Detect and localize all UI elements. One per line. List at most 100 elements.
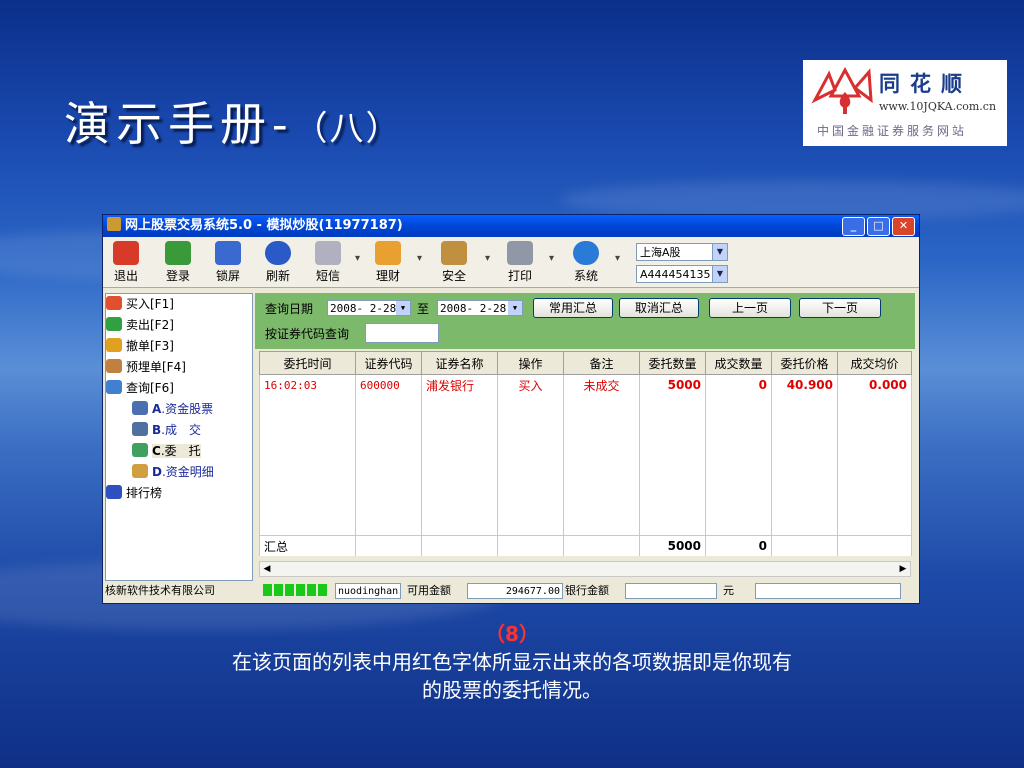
scroll-left-icon[interactable]: ◀	[260, 562, 274, 576]
order-time-cell: 16:02:03	[259, 374, 356, 395]
security-button[interactable]: 安全	[433, 239, 475, 284]
lock-screen-button[interactable]: 锁屏	[207, 239, 249, 284]
exit-button[interactable]: 退出	[105, 239, 147, 284]
exit-icon	[113, 241, 139, 265]
fund-details-icon	[132, 464, 148, 478]
tree-item-deals[interactable]: B.成 交	[106, 420, 252, 441]
window-titlebar[interactable]: 网上股票交易系统5.0 - 模拟炒股(11977187) _ □ ✕	[103, 215, 919, 237]
table-row-empty	[259, 515, 912, 536]
tree-item-funds-stocks[interactable]: A.资金股票	[106, 399, 252, 420]
column-header[interactable]: 操作	[497, 351, 564, 375]
cancel-summary-button[interactable]: 取消汇总	[619, 298, 699, 318]
tree-subitem-label: .资金股票	[161, 402, 214, 416]
app-icon	[107, 217, 121, 231]
filled-qty-cell: 0	[705, 374, 772, 395]
order-qty-cell: 5000	[639, 374, 706, 395]
print-label: 打印	[507, 269, 532, 283]
minimize-button[interactable]: _	[842, 217, 865, 236]
tree-subitem-key: C	[152, 444, 161, 458]
chevron-down-icon[interactable]: ▼	[396, 301, 410, 315]
tree-item-buy[interactable]: 买入[F1]	[106, 294, 252, 315]
ranking-icon	[106, 485, 122, 499]
scroll-right-icon[interactable]: ▶	[896, 562, 910, 576]
action-cell: 买入	[497, 374, 564, 395]
system-info-icon	[573, 241, 599, 265]
toolbar: 退出 登录 锁屏 刷新 短信 ▾ 理财 ▾ 安全 ▾ 打印 ▾ 系统 ▾ 上海A…	[103, 237, 919, 288]
next-page-button[interactable]: 下一页	[799, 298, 881, 318]
lock-screen-label: 锁屏	[215, 269, 240, 283]
slide-title-main: 演示手册-	[64, 97, 294, 151]
preorder-icon	[106, 359, 122, 373]
account-select[interactable]: A444454135 ▼	[636, 265, 728, 283]
refresh-button[interactable]: 刷新	[257, 239, 299, 284]
slide-title-sub: （八）	[293, 109, 402, 149]
table-row[interactable]: 16:02:03 600000 浦发银行 买入 未成交 5000 0 40.90…	[259, 374, 912, 395]
logo-url: www.10JQKA.com.cn	[879, 100, 997, 113]
tree-subitem-key: B	[152, 423, 162, 437]
tree-item-sell[interactable]: 卖出[F2]	[106, 315, 252, 336]
caption-number: （8）	[485, 622, 539, 646]
finance-button[interactable]: 理财	[367, 239, 409, 284]
query-bar: 查询日期 2008- 2-28 ▼ 至 2008- 2-28 ▼ 常用汇总 取消汇总…	[255, 293, 915, 349]
username: nuodinghan	[335, 583, 401, 599]
column-header[interactable]: 成交均价	[837, 351, 912, 375]
funds-stocks-icon	[132, 401, 148, 415]
sell-icon	[106, 317, 122, 331]
total-filled-cell: 0	[705, 535, 772, 556]
message-icon	[315, 241, 341, 265]
orders-icon	[132, 443, 148, 457]
start-date-value: 2008- 2-28	[330, 302, 397, 315]
chevron-down-icon[interactable]: ▼	[508, 301, 522, 315]
market-select[interactable]: 上海A股 ▼	[636, 243, 728, 261]
tree-item-label: 查询[F6]	[126, 381, 174, 395]
slide-caption: 在该页面的列表中用红色字体所显示出来的各项数据即是你现有 的股票的委托情况。	[0, 648, 1024, 704]
system-button[interactable]: 系统	[565, 239, 607, 284]
start-date-picker[interactable]: 2008- 2-28 ▼	[327, 300, 411, 316]
maximize-button[interactable]: □	[867, 217, 890, 236]
prev-page-button[interactable]: 上一页	[709, 298, 791, 318]
table-total-row: 汇总 5000 0	[259, 535, 912, 556]
login-button[interactable]: 登录	[157, 239, 199, 284]
table-row-empty	[259, 475, 912, 495]
close-button[interactable]: ✕	[892, 217, 915, 236]
dropdown-arrow-icon: ▾	[485, 253, 491, 264]
tree-item-ranking[interactable]: 排行榜	[106, 483, 252, 504]
order-price-cell: 40.900	[771, 374, 838, 395]
column-header[interactable]: 委托数量	[639, 351, 706, 375]
stock-code-input[interactable]	[365, 323, 439, 343]
tree-item-preorder[interactable]: 预埋单[F4]	[106, 357, 252, 378]
tree-item-label: 预埋单[F4]	[126, 360, 186, 374]
to-label: 至	[417, 302, 430, 316]
column-header[interactable]: 备注	[563, 351, 640, 375]
print-button[interactable]: 打印	[499, 239, 541, 284]
tree-item-label: 卖出[F2]	[126, 318, 174, 332]
column-header[interactable]: 委托时间	[259, 351, 356, 375]
tree-item-orders[interactable]: C.委 托	[106, 441, 252, 462]
chevron-down-icon[interactable]: ▼	[712, 265, 728, 283]
tree-subitem-key: D	[152, 465, 162, 479]
orders-panel: 查询日期 2008- 2-28 ▼ 至 2008- 2-28 ▼ 常用汇总 取消汇总…	[255, 293, 915, 579]
tree-item-fund-details[interactable]: D.资金明细	[106, 462, 252, 483]
horizontal-scrollbar[interactable]: ◀ ▶	[259, 561, 911, 577]
login-icon	[165, 241, 191, 265]
chevron-down-icon[interactable]: ▼	[712, 243, 728, 261]
tree-subitem-label: .委 托	[160, 444, 201, 458]
summary-button[interactable]: 常用汇总	[533, 298, 613, 318]
tree-subitem-key: A	[152, 402, 162, 416]
tree-subitem-label: .成 交	[161, 423, 201, 437]
column-header[interactable]: 成交数量	[705, 351, 772, 375]
message-button[interactable]: 短信	[307, 239, 349, 284]
table-header-row: 委托时间 证券代码 证券名称 操作 备注 委托数量 成交数量 委托价格 成交均价	[259, 351, 912, 375]
table-row-empty	[259, 495, 912, 515]
dropdown-arrow-icon: ▾	[615, 253, 621, 264]
logo-slogan: 中国金融证券服务网站	[817, 124, 968, 138]
tree-item-cancel[interactable]: 撤单[F3]	[106, 336, 252, 357]
end-date-picker[interactable]: 2008- 2-28 ▼	[437, 300, 523, 316]
column-header[interactable]: 证券名称	[421, 351, 498, 375]
date-label: 查询日期	[265, 302, 314, 316]
slide-title: 演示手册-（八）	[64, 88, 402, 154]
column-header[interactable]: 证券代码	[355, 351, 422, 375]
column-header[interactable]: 委托价格	[771, 351, 838, 375]
tree-item-query[interactable]: 查询[F6]	[106, 378, 252, 399]
security-icon	[441, 241, 467, 265]
